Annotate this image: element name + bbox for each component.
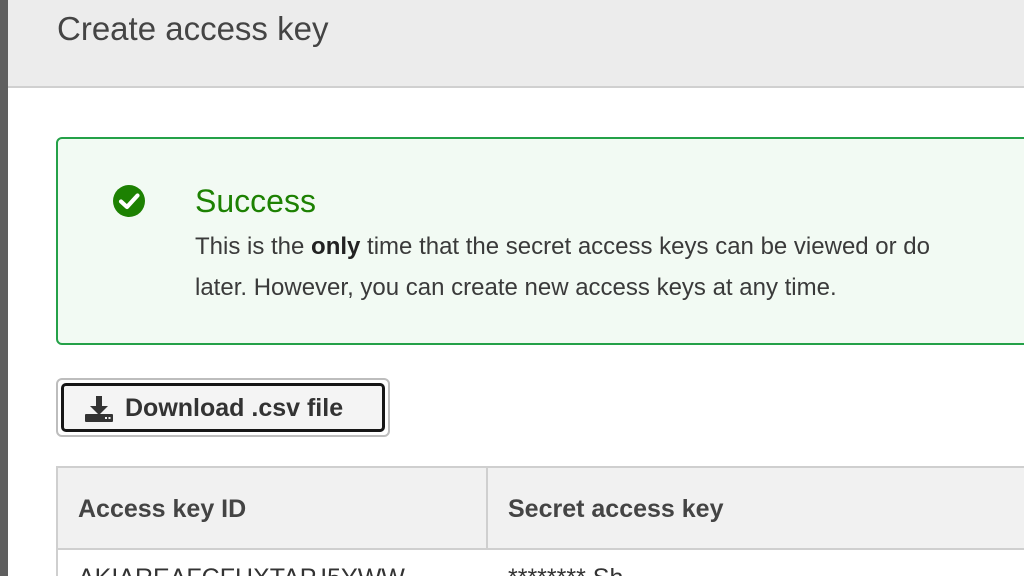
download-csv-button[interactable]: Download .csv file	[56, 378, 390, 437]
download-icon	[85, 396, 113, 422]
alert-message-text: This is the	[195, 233, 312, 260]
alert-title: Success	[195, 183, 316, 219]
window-edge	[0, 0, 8, 576]
page-title: Create access key	[57, 10, 329, 47]
column-header-label: Access key ID	[78, 495, 247, 523]
secret-access-key-value: ******** Sh	[508, 564, 623, 576]
alert-message-line-2: later. However, you can create new acces…	[195, 274, 837, 301]
alert-message-text: time that the secret access keys can be …	[360, 233, 931, 260]
alert-message-emphasis: only	[311, 233, 361, 260]
column-header-access-key-id: Access key ID	[58, 468, 488, 550]
download-csv-label: Download .csv file	[125, 394, 344, 422]
check-circle-icon	[113, 185, 145, 217]
page-header: Create access key	[8, 0, 1024, 88]
access-key-table: Access key ID Secret access key AKIAREAF…	[56, 466, 1024, 576]
column-header-secret-access-key: Secret access key	[488, 468, 1024, 550]
access-key-id-value: AKIAREAFCFHXTAP.I5YWW	[78, 564, 405, 576]
alert-message-line-1: This is the only time that the secret ac…	[195, 233, 930, 261]
create-access-key-page: Create access key Success This is the on…	[0, 0, 1024, 576]
download-csv-button-focus-ring[interactable]: Download .csv file	[61, 383, 385, 432]
success-alert: Success This is the only time that the s…	[56, 137, 1024, 345]
column-header-label: Secret access key	[508, 495, 724, 523]
